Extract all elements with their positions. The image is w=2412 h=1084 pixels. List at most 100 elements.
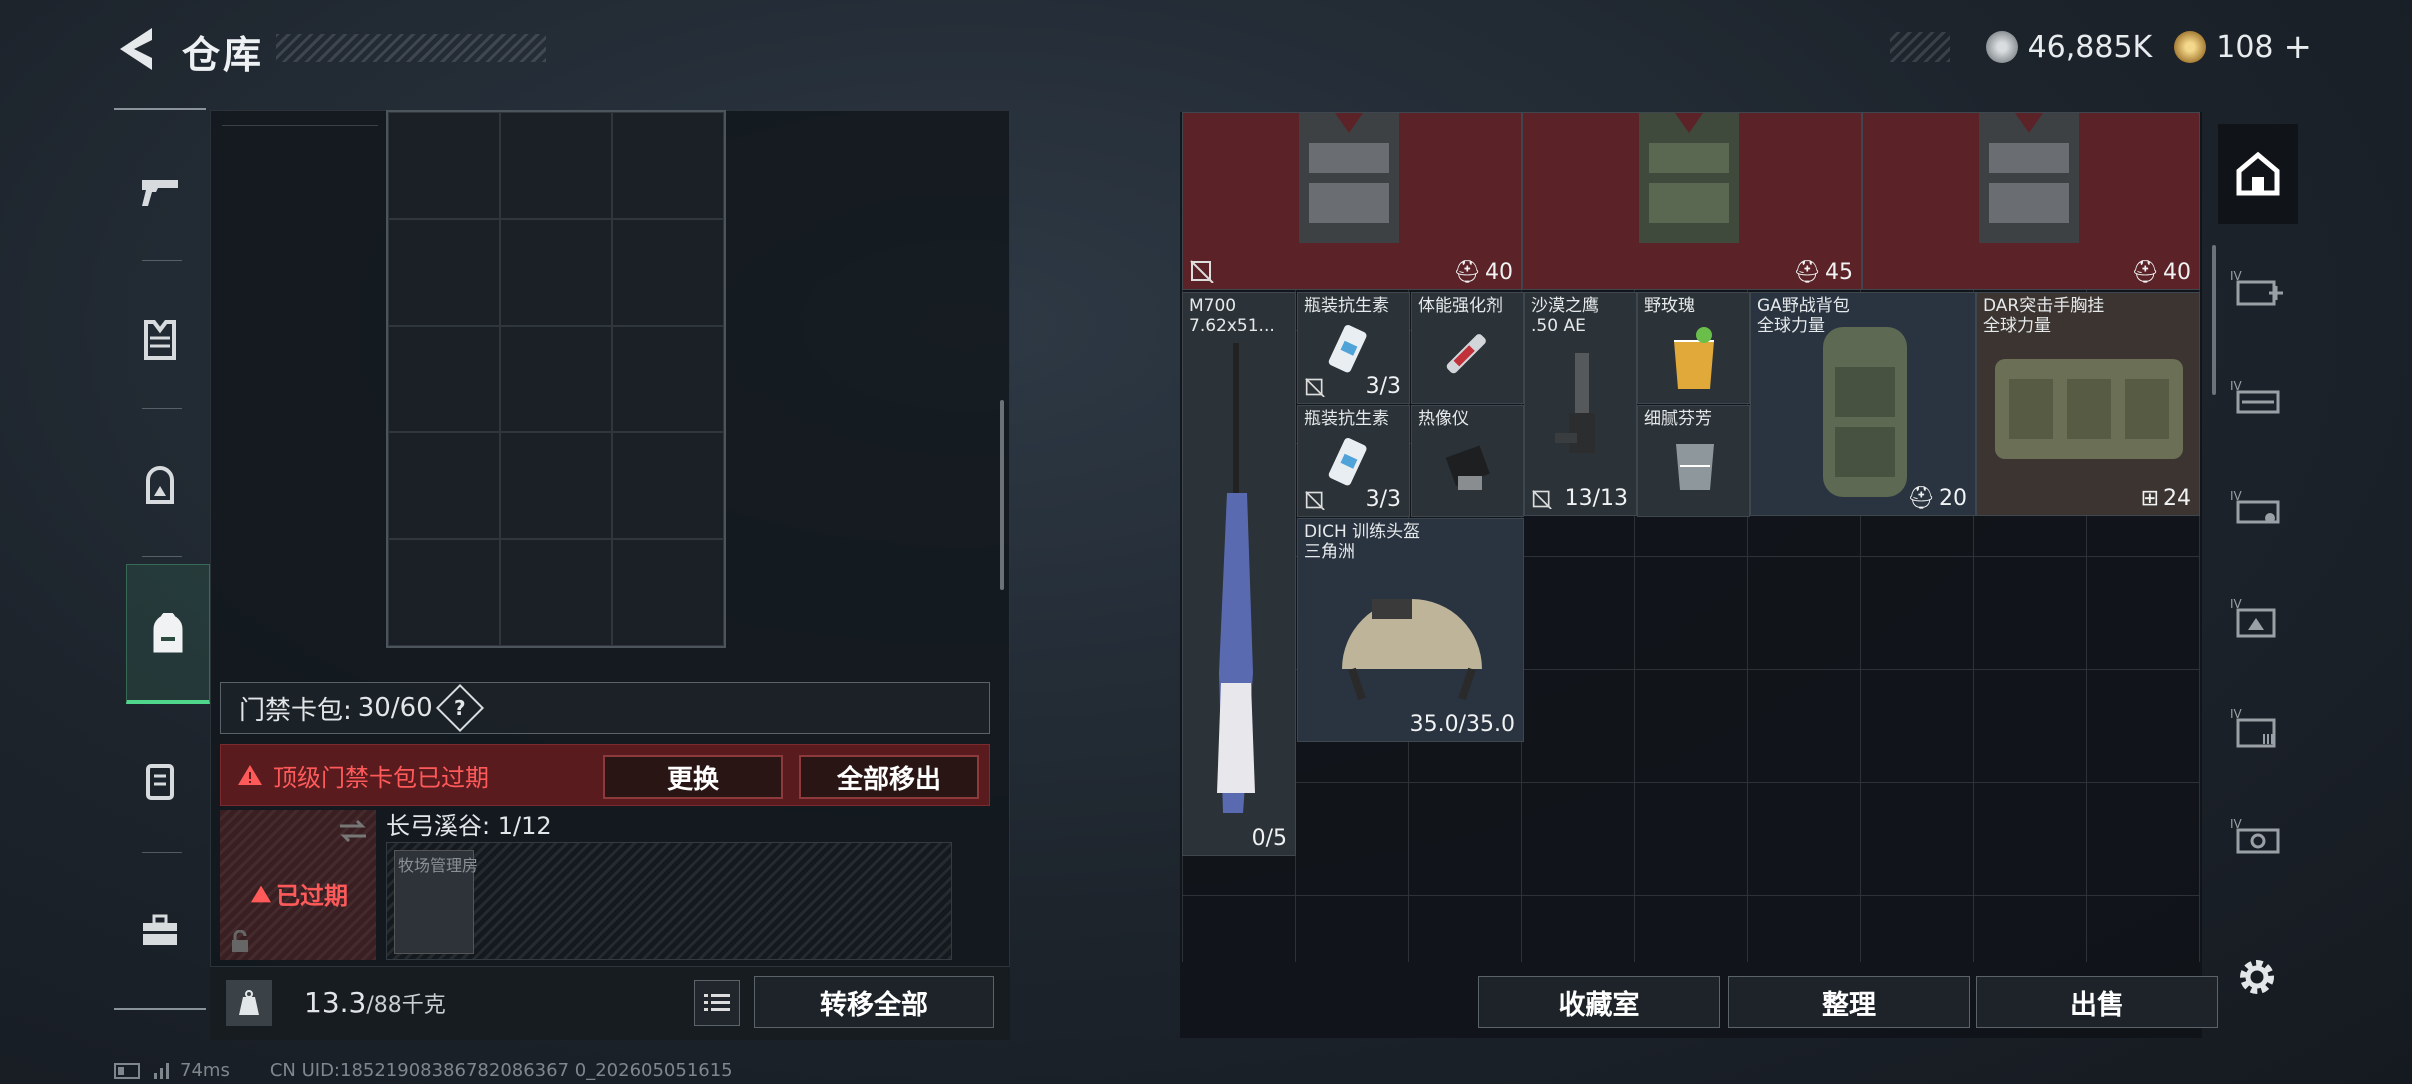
tab-stash-4[interactable]: IV [2218, 568, 2298, 668]
backpack-icon [153, 612, 183, 652]
weight-max: /88千克 [366, 993, 446, 1018]
stash-item-drink[interactable]: 野玫瑰 [1637, 292, 1750, 404]
rig-capacity-icon: ⊞ [2140, 486, 2159, 511]
gold-amount: 108 [2216, 29, 2274, 65]
stash-6-icon: IV [2230, 817, 2280, 854]
stash-item-vest[interactable]: ⛑ 45 [1522, 112, 1862, 290]
keycard-warning-bar: 顶级门禁卡包已过期 更换 全部移出 [220, 744, 990, 806]
back-button[interactable] [112, 22, 160, 76]
keycard-label: 门禁卡包: [239, 695, 352, 726]
durability: 35.0/35.0 [1409, 712, 1515, 737]
stash-item-backpack[interactable]: GA野战背包 全球力量 ⛑ 20 [1750, 292, 1976, 516]
item-uses: 3/3 [1365, 374, 1401, 399]
expired-badge: 已过期 [250, 876, 348, 911]
stash-1-icon: IV [2230, 269, 2283, 306]
page-title: 仓库 [182, 33, 265, 77]
sell-button[interactable]: 出售 [1976, 976, 2218, 1028]
stash-item-helmet[interactable]: DICH 训练头盔 三角洲 35.0/35.0 [1297, 518, 1524, 742]
warning-icon [251, 885, 271, 902]
tab-stash-5[interactable]: IV [2218, 678, 2298, 778]
silver-coin-icon [1985, 31, 2018, 63]
tab-armor[interactable] [114, 270, 206, 410]
ammo-count: 13/13 [1564, 486, 1628, 511]
antibiotic-image [1328, 438, 1367, 486]
no-insurance-icon [1190, 260, 1214, 283]
remove-all-button[interactable]: 全部移出 [799, 755, 979, 799]
chest-rig-image [1995, 359, 2183, 459]
ammo-count: 0/5 [1251, 826, 1287, 851]
signal-icon [154, 1062, 169, 1079]
warning-text: 顶级门禁卡包已过期 [273, 763, 489, 792]
glass-image [1676, 444, 1714, 490]
helmet-icon [146, 466, 174, 504]
keycard-capacity-bar: 门禁卡包: 30/60 ? [220, 682, 990, 734]
helmet-image [1342, 599, 1482, 701]
container-grid[interactable] [386, 110, 726, 648]
add-currency-button[interactable]: + [2284, 27, 2313, 67]
durability: ⛑ 40 [2131, 260, 2191, 285]
vest-image [1979, 113, 2079, 243]
category-tabs [114, 108, 210, 1010]
settings-button[interactable] [2236, 956, 2278, 998]
drink-image [1674, 327, 1714, 389]
stash-item-rifle[interactable]: M700 7.62x51... 0/5 [1182, 292, 1296, 856]
collection-room-button[interactable]: 收藏室 [1478, 976, 1720, 1028]
stash-item-chest-rig[interactable]: DAR突击手胸挂 全球力量 ⊞ 24 [1976, 292, 2200, 516]
tab-helmets[interactable] [114, 416, 206, 556]
chest-rig-icon [146, 764, 174, 800]
swap-icon [340, 819, 366, 843]
stash-item-vest[interactable]: ⛑ 40 [1862, 112, 2200, 290]
silver-amount: 46,885K [2027, 29, 2153, 65]
right-scrollbar[interactable] [2212, 245, 2216, 395]
tab-stash-6[interactable]: IV [2218, 788, 2298, 888]
stash-item-pistol[interactable]: 沙漠之鹰 .50 AE 13/13 [1524, 292, 1637, 516]
backpack-image [1823, 327, 1907, 497]
keycard-value: 30/60 [357, 693, 433, 723]
tab-safehouse[interactable] [2218, 124, 2298, 224]
map-keycard-count: 长弓溪谷: 1/12 [386, 812, 552, 840]
pistol-image [1555, 353, 1595, 453]
back-arrow-icon [120, 28, 152, 70]
syringe-image [1446, 334, 1486, 374]
warning-icon [238, 765, 262, 785]
stash-tabs: IV IV IV IV IV IV [2218, 112, 2298, 942]
stash-3-icon: IV [2230, 489, 2280, 524]
no-insurance-icon [1305, 378, 1325, 397]
replace-button[interactable]: 更换 [603, 755, 783, 799]
tab-stash-1[interactable]: IV [2218, 238, 2298, 338]
durability: ⛑ 45 [1793, 260, 1853, 285]
antibiotic-image [1328, 325, 1367, 373]
list-icon [704, 994, 730, 1011]
rifle-image [1217, 343, 1255, 813]
tab-chest-rigs[interactable] [114, 712, 206, 852]
help-button[interactable]: ? [435, 683, 484, 733]
battery-icon [114, 1062, 140, 1079]
list-view-button[interactable] [694, 980, 740, 1026]
no-insurance-icon [1532, 490, 1552, 509]
help-icon: ? [453, 695, 466, 720]
gear-icon [2240, 960, 2274, 994]
sort-button[interactable]: 整理 [1728, 976, 1970, 1028]
stash-item-thermal[interactable]: 热像仪 [1411, 405, 1524, 517]
stash-item-antibiotic[interactable]: 瓶装抗生素 3/3 [1297, 405, 1410, 517]
stash-item-antibiotic[interactable]: 瓶装抗生素 3/3 [1297, 292, 1410, 404]
stash-item-vest[interactable]: ⛑ 40 [1182, 112, 1522, 290]
weight-icon [226, 980, 272, 1026]
keycard-item-name: 牧场管理房 [398, 856, 479, 875]
tab-weapons[interactable] [114, 122, 206, 262]
status-bar: 74ms CN UID:18521908386782086367 0_20260… [114, 1060, 733, 1081]
user-uid: CN UID:18521908386782086367 0_2026050516… [269, 1060, 733, 1081]
tab-tools[interactable] [114, 860, 206, 1000]
pistol-icon [142, 180, 178, 206]
left-scrollbar[interactable] [1000, 400, 1004, 590]
tab-stash-2[interactable]: IV [2218, 348, 2298, 448]
stash-item-fentanyl[interactable]: 细腻芬芳 [1637, 405, 1750, 517]
tab-backpacks[interactable] [126, 564, 210, 704]
stash-item-stimulant[interactable]: 体能强化剂 [1411, 292, 1524, 404]
tab-stash-3[interactable]: IV [2218, 458, 2298, 558]
gold-coin-icon [2174, 31, 2207, 63]
thermal-scope-image [1445, 445, 1490, 490]
helmet-durability-icon: ⛑ [1793, 260, 1821, 285]
lock-icon [232, 930, 248, 952]
transfer-all-button[interactable]: 转移全部 [754, 976, 994, 1028]
